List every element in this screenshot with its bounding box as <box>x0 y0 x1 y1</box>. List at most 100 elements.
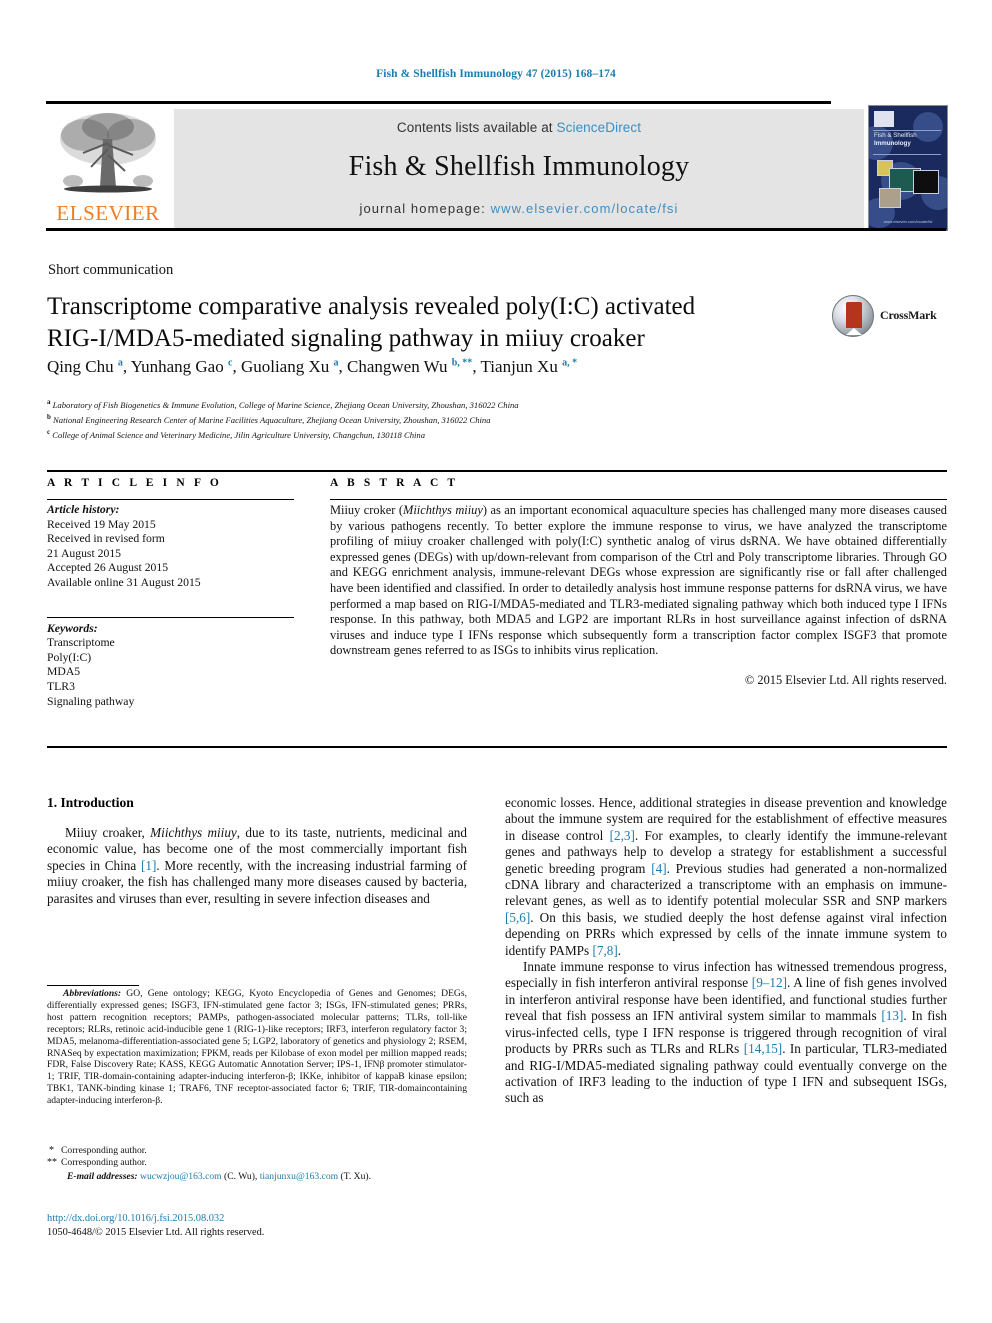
corresponding-author-block: * Corresponding author. ** Corresponding a… <box>47 1145 467 1183</box>
abstract-lead: Miiuy croker ( <box>330 503 404 517</box>
affiliation-mark: b <box>47 413 51 422</box>
citation-ref-4[interactable]: [4] <box>651 861 666 876</box>
keyword-item: Transcriptome <box>47 636 115 650</box>
elsevier-logo: ELSEVIER <box>48 109 168 227</box>
contents-available-line: Contents lists available at ScienceDirec… <box>174 120 864 135</box>
doi-link[interactable]: http://dx.doi.org/10.1016/j.fsi.2015.08.… <box>47 1212 467 1226</box>
affiliation-mark: c <box>47 428 51 437</box>
citation-ref-13[interactable]: [13] <box>881 1008 903 1023</box>
abstract-body-text: ) as an important economical aquaculture… <box>330 503 947 658</box>
corresponding-author-single: * Corresponding author. <box>47 1145 467 1157</box>
elsevier-wordmark: ELSEVIER <box>56 201 160 225</box>
article-history-line: Available online 31 August 2015 <box>47 575 201 589</box>
article-info-section: A R T I C L E I N F O Article history: R… <box>47 477 294 709</box>
running-head: Fish & Shellfish Immunology 47 (2015) 16… <box>376 68 616 80</box>
right-text-e: . <box>617 942 622 958</box>
corresponding-mark-double: ** <box>47 1157 57 1169</box>
article-info-heading: A R T I C L E I N F O <box>47 477 222 489</box>
article-history-line: Received in revised form <box>47 532 165 546</box>
keywords-block: Keywords: Transcriptome Poly(I:C) MDA5 TLR3… <box>47 622 294 710</box>
email-owner-1: (C. Wu) <box>224 1170 255 1182</box>
body-column-right: economic losses. Hence, additional strat… <box>505 795 947 1107</box>
author-affiliation-mark: b, ** <box>451 357 473 369</box>
author-affiliation-mark: a, * <box>562 357 578 369</box>
article-history-line: 21 August 2015 <box>47 546 122 560</box>
crossmark-badge[interactable]: CrossMark <box>832 295 942 339</box>
email-link-1[interactable]: wucwzjou@163.com <box>140 1171 222 1182</box>
email-addresses-line: E-mail addresses: wucwzjou@163.com (C. W… <box>67 1170 371 1182</box>
article-history-lines: Received 19 May 2015 Received in revised … <box>47 518 294 591</box>
author-name: Yunhang Gao <box>130 357 228 376</box>
crossmark-label: CrossMark <box>880 308 937 322</box>
affiliation-row: a Laboratory of Fish Biogenetics & Immun… <box>47 398 519 410</box>
copyright-line: © 2015 Elsevier Ltd. All rights reserved… <box>744 672 947 687</box>
homepage-url-link[interactable]: www.elsevier.com/locate/fsi <box>491 201 679 216</box>
article-history-line: Accepted 26 August 2015 <box>47 561 169 575</box>
masthead-banner: Contents lists available at ScienceDirec… <box>174 109 864 228</box>
intro-paragraph-right-2: Innate immune response to virus infectio… <box>505 959 947 1107</box>
elsevier-tree-icon <box>60 113 156 193</box>
keyword-item: TLR3 <box>47 679 75 693</box>
email-link-2[interactable]: tianjunxu@163.com <box>260 1171 338 1182</box>
keyword-lines: Transcriptome Poly(I:C) MDA5 TLR3 Signaling … <box>47 636 294 709</box>
contents-prefix: Contents lists available at <box>396 120 557 135</box>
abstract-body: Miiuy croker (Miichthys miiuy) as an imp… <box>330 503 947 659</box>
citation-ref-2-3[interactable]: [2,3] <box>610 828 635 843</box>
journal-homepage-line: journal homepage: www.elsevier.com/locat… <box>174 201 864 216</box>
author-affiliation-mark: c <box>227 357 233 369</box>
citation-ref-7-8[interactable]: [7,8] <box>592 943 617 958</box>
article-page: Fish & Shellfish Immunology 47 (2015) 16… <box>0 0 992 1323</box>
journal-cover-thumbnail: Fish & Shellfish Immunology www.elsevier… <box>868 105 948 231</box>
abbreviations-footnote: Abbreviations: GO, Gene ontology; KEGG, … <box>47 988 467 1107</box>
citation-ref-9-12[interactable]: [9–12] <box>752 975 787 990</box>
band-bottom-rule <box>47 746 947 748</box>
author-list: Qing Chu a, Yunhang Gao c, Guoliang Xu a… <box>47 357 578 376</box>
cover-panel-4 <box>879 188 901 208</box>
corresponding-text-double: Corresponding author. <box>61 1157 147 1169</box>
affiliation-row: c College of Animal Science and Veterina… <box>47 428 425 441</box>
keyword-item: Poly(I:C) <box>47 650 92 664</box>
masthead-top-rule <box>46 101 831 104</box>
sciencedirect-link[interactable]: ScienceDirect <box>557 120 642 135</box>
article-history-label: Article history: <box>47 503 120 516</box>
cover-panel-3 <box>913 170 939 194</box>
author-name: Guoliang Xu <box>240 357 334 376</box>
affiliation-row: b National Engineering Research Center o… <box>47 413 491 426</box>
keyword-item: MDA5 <box>47 665 81 679</box>
citation-ref-14-15[interactable]: [14,15] <box>744 1041 782 1056</box>
keyword-item: Signaling pathway <box>47 694 135 708</box>
crossmark-icon <box>832 295 874 337</box>
author-name: Changwen Wu <box>346 357 452 376</box>
keywords-label: Keywords: <box>47 621 98 635</box>
intro-paragraph-left: Miiuy croaker, Miichthys miiuy, due to i… <box>47 825 467 907</box>
citation-ref-5-6[interactable]: [5,6] <box>505 910 530 925</box>
author-affiliation-mark: a <box>333 357 339 369</box>
cover-title-line1: Fish & Shellfish <box>874 132 917 139</box>
abstract-species-name: Miichthys miiuy <box>403 503 483 517</box>
journal-title: Fish & Shellfish Immunology <box>348 151 690 182</box>
cover-publisher-block <box>874 111 894 127</box>
footnote-separator-rule <box>47 985 139 986</box>
abbreviations-label: Abbreviations: <box>63 988 122 999</box>
corresponding-text-single: Corresponding author. <box>61 1145 147 1156</box>
article-history-line: Received 19 May 2015 <box>47 517 156 531</box>
intro-paragraph-right-1: economic losses. Hence, additional strat… <box>505 795 947 959</box>
intro-text-a: Miiuy croaker, <box>65 825 151 840</box>
author-affiliation-mark: a <box>117 357 123 369</box>
cover-journal-title: Fish & Shellfish Immunology <box>874 132 940 148</box>
author-name: Tianjun Xu <box>480 357 563 376</box>
corresponding-author-double: ** Corresponding author. <box>47 1157 467 1169</box>
email-label: E-mail addresses: <box>67 1170 138 1182</box>
masthead-bottom-rule <box>46 228 946 231</box>
citation-ref-1[interactable]: [1] <box>141 858 156 873</box>
article-title-line2: RIG-I/MDA5-mediated signaling pathway in… <box>47 325 645 352</box>
section-heading-introduction: 1. Introduction <box>47 795 134 810</box>
cover-footer-url: www.elsevier.com/locate/fsi <box>883 219 933 224</box>
abstract-heading: A B S T R A C T <box>330 477 459 489</box>
abbreviations-text: GO, Gene ontology; KEGG, Kyoto Encyclope… <box>47 988 467 1107</box>
cover-title-line2: Immunology <box>874 140 911 147</box>
email-owner-2: (T. Xu) <box>340 1170 369 1182</box>
author-name: Qing Chu <box>47 357 118 376</box>
page-title: Transcriptome comparative analysis revea… <box>47 291 817 355</box>
right-text-d: . On this basis, we studied deeply the h… <box>505 909 947 958</box>
